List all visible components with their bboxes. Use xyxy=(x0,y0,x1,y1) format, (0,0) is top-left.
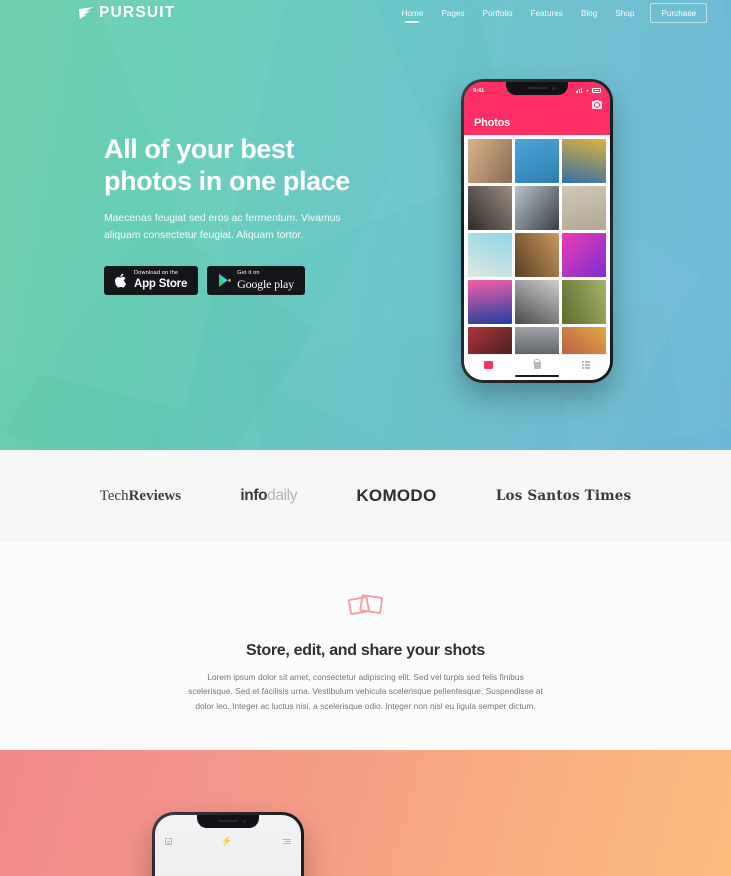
photo-cell[interactable] xyxy=(515,280,559,324)
phone-mockup-hero: 9:41 Photos xyxy=(461,79,613,383)
photo-cell[interactable] xyxy=(468,280,512,324)
nav-links: Home Pages Portfolio Features Blog Shop … xyxy=(392,3,707,23)
infodaily-part-1: info xyxy=(240,487,268,504)
photo-cell[interactable] xyxy=(468,186,512,230)
techreviews-part-2: Reviews xyxy=(128,487,182,504)
techreviews-part-1: Tech xyxy=(99,487,129,504)
nav-link-features[interactable]: Features xyxy=(522,5,572,22)
wing-logo-icon xyxy=(78,7,94,19)
feature-title: Store, edit, and share your shots xyxy=(245,642,486,659)
photo-cell[interactable] xyxy=(515,139,559,183)
sheep-flock-field xyxy=(468,233,512,277)
woman-in-beanie xyxy=(515,280,559,324)
phone-frame-bottom: ⚡ xyxy=(152,812,304,876)
infodaily-logo: infodaily xyxy=(240,487,297,505)
status-icons xyxy=(575,88,601,93)
nav-link-home[interactable]: Home xyxy=(392,5,432,22)
nav-link-shop[interactable]: Shop xyxy=(606,5,643,22)
flash-icon[interactable]: ⚡ xyxy=(221,837,232,846)
los-santos-times-logo: Los Santos Times xyxy=(495,488,632,504)
photos-tab-icon[interactable] xyxy=(484,361,494,369)
store-buttons: Download on the App Store Get it on Goog… xyxy=(104,266,404,296)
nav-link-portfolio[interactable]: Portfolio xyxy=(474,5,522,22)
pink-flamingo-float xyxy=(468,280,512,324)
feature-body-text: Lorem ipsum dolor sit amet, consectetur … xyxy=(188,672,543,711)
hero-copy: All of your best photos in one place Mae… xyxy=(104,134,404,296)
man-in-cap xyxy=(515,186,559,230)
phone-frame: 9:41 Photos xyxy=(461,79,613,383)
phone-screen: 9:41 Photos xyxy=(464,82,610,380)
google-play-icon xyxy=(219,274,231,288)
camera-icon[interactable] xyxy=(592,99,602,109)
logo-text: PURSUIT xyxy=(99,4,176,22)
hero-title-line-1: All of your best xyxy=(104,134,295,164)
wifi-icon xyxy=(585,90,589,93)
press-logos-section: TechReviews infodaily KOMODO Los Santos … xyxy=(0,450,731,542)
photo-cell[interactable] xyxy=(562,139,606,183)
pink-building xyxy=(562,233,606,277)
app-store-large-label: App Store xyxy=(134,278,188,291)
google-play-large-label: Google play xyxy=(237,276,294,291)
page-title: All of your best photos in one place xyxy=(104,134,404,198)
google-play-button[interactable]: Get it on Google play xyxy=(207,266,305,296)
app-store-small-label: Download on the xyxy=(134,270,179,277)
hero-subtitle: Maecenas feugiat sed eros ac fermentum. … xyxy=(104,212,341,241)
hero-section: PURSUIT Home Pages Portfolio Features Bl… xyxy=(0,0,731,450)
black-dog-window xyxy=(468,186,512,230)
purchase-button[interactable]: Purchase xyxy=(650,3,707,23)
feature-section: Store, edit, and share your shots Lorem … xyxy=(0,542,731,750)
bottom-gradient-section: ⚡ xyxy=(0,750,731,876)
techreviews-logo: TechReviews xyxy=(100,488,181,505)
photo-cell[interactable] xyxy=(468,233,512,277)
photo-stack-icon xyxy=(347,594,383,615)
phone-screen-bottom: ⚡ xyxy=(155,815,301,876)
tabby-cat xyxy=(515,233,559,277)
settings-icon[interactable] xyxy=(282,838,291,845)
google-play-small-label: Get it on xyxy=(237,270,260,277)
phone-mockup-bottom: ⚡ xyxy=(152,812,304,876)
infodaily-part-2: daily xyxy=(267,487,298,504)
landing-page: PURSUIT Home Pages Portfolio Features Bl… xyxy=(0,0,731,876)
status-time: 9:41 xyxy=(473,87,485,94)
blue-macaw-parrot xyxy=(562,139,606,183)
filters-icon[interactable] xyxy=(165,838,172,845)
app-store-button[interactable]: Download on the App Store xyxy=(104,266,199,296)
albums-tab-icon[interactable] xyxy=(581,361,590,369)
komodo-logo: KOMODO xyxy=(356,486,437,505)
signal-icon xyxy=(575,88,582,93)
hero-title-line-2: photos in one place xyxy=(104,165,350,196)
straw-hat xyxy=(562,186,606,230)
hot-air-balloon xyxy=(515,139,559,183)
photos-app-title: Photos xyxy=(474,117,511,129)
photo-cell[interactable] xyxy=(515,233,559,277)
phone-notch xyxy=(506,82,568,95)
photo-cell[interactable] xyxy=(562,186,606,230)
site-logo[interactable]: PURSUIT xyxy=(78,5,175,21)
main-navigation: PURSUIT Home Pages Portfolio Features Bl… xyxy=(0,0,731,26)
battery-icon xyxy=(592,88,601,93)
phone-notch-bottom xyxy=(197,815,259,828)
nav-link-pages[interactable]: Pages xyxy=(432,5,473,22)
photo-cell[interactable] xyxy=(468,139,512,183)
eiffel-tower-sunset xyxy=(468,139,512,183)
lock-tab-icon[interactable] xyxy=(533,361,541,369)
photo-cell[interactable] xyxy=(515,186,559,230)
photo-cell[interactable] xyxy=(562,280,606,324)
photo-grid xyxy=(464,135,610,375)
photo-cell[interactable] xyxy=(562,233,606,277)
nav-link-blog[interactable]: Blog xyxy=(572,5,606,22)
apple-icon xyxy=(115,273,127,288)
pug-dog-grass xyxy=(562,280,606,324)
